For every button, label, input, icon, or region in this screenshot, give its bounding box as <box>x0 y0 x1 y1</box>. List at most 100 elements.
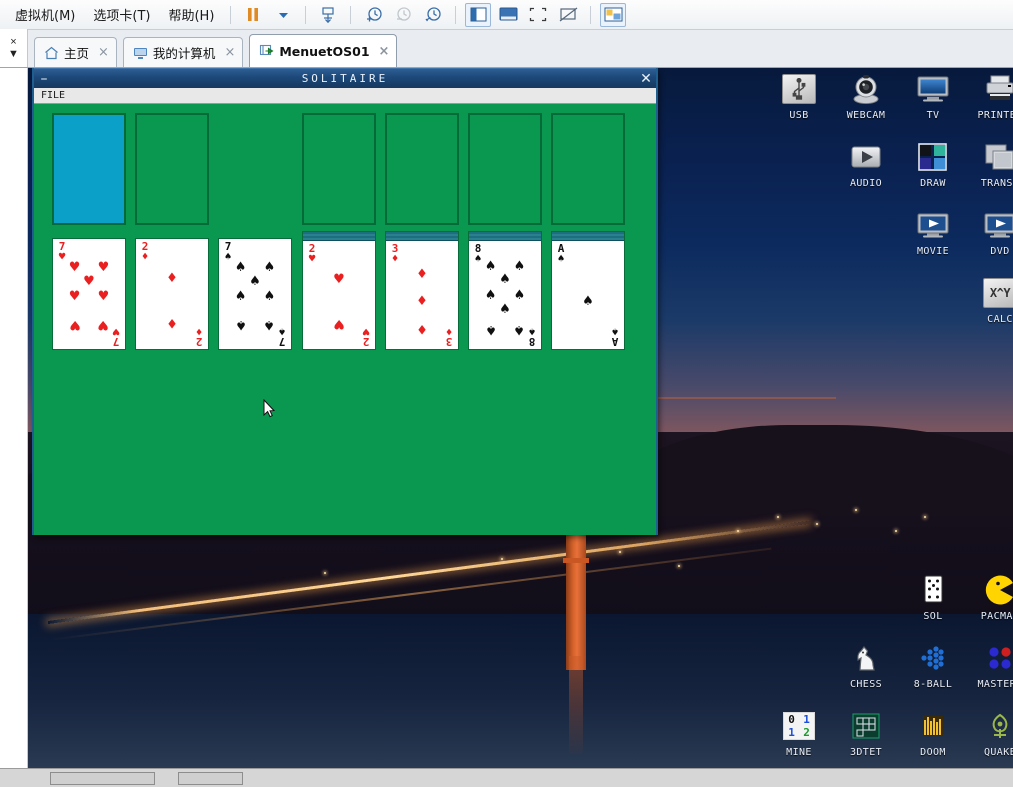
foundation-2[interactable] <box>385 113 459 225</box>
card-face: 3 ♦ 3 ♦ ♦ ♦ ♦ <box>386 241 458 349</box>
card-pip: ♠ <box>234 260 247 275</box>
tab-home[interactable]: 主页 × <box>34 37 117 67</box>
show-console-view-button[interactable] <box>495 3 521 27</box>
desktop-icon-label: QUAKE <box>983 747 1013 758</box>
card-corner-bottom-right: 8 ♠ <box>528 325 536 348</box>
toolbar-separator-5 <box>590 5 592 24</box>
desktop-icon-transp[interactable]: TRANSP <box>967 140 1013 189</box>
solitaire-play-area[interactable]: 7 ♥ 7 ♥ ♥ ♥ ♥ ♥ ♥ ♥ ♥ 2 ♦ 2 ♦ ♦ ♦ 7 ♠ 7 ♠ ♠ ♠ ♠ ♠ ♠ ♠ ♠ 2 ♥ 2 ♥ ♥ ♥ 3 ♦ 3 ♦ ♦ ♦… <box>34 105 656 535</box>
tab-my-computer-close-icon[interactable]: × <box>224 45 235 60</box>
printer-icon <box>981 72 1013 106</box>
solitaire-close-button[interactable]: ✕ <box>636 70 656 88</box>
vmware-menubar: 虚拟机(M) 选项卡(T) 帮助(H) <box>0 0 1013 30</box>
quake-icon <box>981 709 1013 743</box>
card-face: 2 ♥ 2 ♥ ♥ ♥ <box>303 241 375 349</box>
card-pip: ♦ <box>416 321 428 336</box>
card-stack-strip <box>469 232 541 241</box>
status-slot-1 <box>50 772 155 785</box>
solitaire-menu-file[interactable]: FILE <box>38 90 68 101</box>
foundation-4[interactable] <box>551 113 625 225</box>
desktop-icon-label: PRINTER <box>977 110 1013 121</box>
card-face: A ♠ A ♠ ♠ <box>552 241 624 349</box>
vmware-statusbar <box>0 768 1013 787</box>
desktop-icon-printer[interactable]: PRINTER <box>967 72 1013 121</box>
card-pip: ♠ <box>484 322 497 338</box>
tableau-card-7-hearts[interactable]: 7 ♥ 7 ♥ ♥ ♥ ♥ ♥ ♥ ♥ ♥ <box>52 238 126 350</box>
desktop-icon-8-ball[interactable]: 8-BALL <box>900 641 966 690</box>
desktop-icon-pacman[interactable]: PACMAN <box>967 573 1013 622</box>
foundation-1[interactable] <box>302 113 376 225</box>
desktop-icon-masterm[interactable]: MASTERM <box>967 641 1013 690</box>
dvd-icon <box>981 208 1013 242</box>
tab-home-close-icon[interactable]: × <box>98 45 109 60</box>
card-pip: ♦ <box>166 315 178 330</box>
card-pip: ♠ <box>513 287 526 303</box>
desktop-icon-mine[interactable]: 01 1 2 MINE <box>766 709 832 758</box>
tableau-card-8-spades[interactable]: 8 ♠ 8 ♠ ♠ ♠ ♠ ♠ ♠ ♠ ♠ ♠ <box>468 231 542 350</box>
card-corner-top-left: 3 ♦ <box>391 242 399 265</box>
solitaire-minimize-button[interactable]: – <box>34 70 54 88</box>
desktop-icon-quake[interactable]: QUAKE <box>967 709 1013 758</box>
unity-mode-button[interactable] <box>555 3 581 27</box>
desktop-icon-doom[interactable]: DOOM <box>900 709 966 758</box>
desktop-icon-label: DVD <box>990 246 1010 257</box>
solitaire-window[interactable]: – SOLITAIRE ✕ FILE 7 ♥ 7 ♥ ♥ ♥ ♥ ♥ ♥ ♥ ♥ 2 ♦ 2 ♦ ♦ ♦ 7 ♠ 7 ♠… <box>32 68 658 535</box>
desktop-icon-chess[interactable]: CHESS <box>833 641 899 690</box>
stock-pile[interactable] <box>52 113 126 225</box>
tv-icon <box>914 72 952 106</box>
waste-pile[interactable] <box>135 113 209 225</box>
desktop-icon-dvd[interactable]: DVD <box>967 208 1013 257</box>
tab-menuetos01-label: MenuetOS01 <box>279 43 370 59</box>
menu-tabs[interactable]: 选项卡(T) <box>84 1 159 28</box>
card-pip: ♠ <box>582 294 594 309</box>
bridge-tower-reflection <box>568 656 583 754</box>
pause-button[interactable] <box>240 3 266 27</box>
card-pip: ♠ <box>263 288 276 304</box>
fullscreen-button[interactable] <box>525 3 551 27</box>
desktop-icon-3dtet[interactable]: 3DTET <box>833 709 899 758</box>
desktop-icon-tv[interactable]: TV <box>900 72 966 121</box>
foundation-3[interactable] <box>468 113 542 225</box>
tableau-card-2-diamonds[interactable]: 2 ♦ 2 ♦ ♦ ♦ <box>135 238 209 350</box>
toolbar-separator-1 <box>230 5 232 24</box>
desktop-icon-label: MASTERM <box>977 679 1013 690</box>
tab-menuetos01-close-icon[interactable]: × <box>379 44 390 59</box>
card-pip: ♦ <box>166 271 178 286</box>
solitaire-menubar: FILE <box>34 88 656 104</box>
desktop-icon-usb[interactable]: USB <box>766 72 832 121</box>
card-pip: ♠ <box>513 259 526 275</box>
card-pip: ♠ <box>484 259 497 275</box>
desktop-icon-calc[interactable]: X^Y CALC <box>967 276 1013 325</box>
tableau-card-7-spades[interactable]: 7 ♠ 7 ♠ ♠ ♠ ♠ ♠ ♠ ♠ ♠ <box>218 238 292 350</box>
snapshot-manager-button[interactable] <box>420 3 446 27</box>
tableau-card-3-diamonds[interactable]: 3 ♦ 3 ♦ ♦ ♦ ♦ <box>385 231 459 350</box>
desktop-icon-draw[interactable]: DRAW <box>900 140 966 189</box>
tableau-card-2-hearts[interactable]: 2 ♥ 2 ♥ ♥ ♥ <box>302 231 376 350</box>
desktop-icon-sol[interactable]: SOL <box>900 573 966 622</box>
menu-help[interactable]: 帮助(H) <box>159 1 223 28</box>
sidebar-dropdown-button[interactable]: ▼ <box>8 49 19 60</box>
vm-guest-viewport[interactable]: USB WEBCAM TV PRINTER AUDIO DRAW TRANSP MOVIE DV… <box>28 68 1013 768</box>
card-corner-top-left: 7 ♠ <box>224 240 232 263</box>
tab-my-computer[interactable]: 我的计算机 × <box>122 37 244 67</box>
show-thumbnail-bar-button[interactable] <box>600 2 627 27</box>
card-corner-top-left: 2 ♦ <box>141 240 149 263</box>
menu-virtual-machine[interactable]: 虚拟机(M) <box>6 1 84 28</box>
tab-menuetos01[interactable]: MenuetOS01 × <box>249 34 398 67</box>
desktop-icon-audio[interactable]: AUDIO <box>833 140 899 189</box>
sidebar-close-button[interactable]: × <box>10 37 16 48</box>
desktop-icon-label: 8-BALL <box>913 679 953 690</box>
desktop-icon-label: TRANSP <box>980 178 1013 189</box>
show-library-button[interactable] <box>465 2 492 27</box>
draw-icon <box>914 140 952 174</box>
send-ctrl-alt-del-button[interactable] <box>315 3 341 27</box>
card-pip: ♥ <box>68 288 81 304</box>
pause-dropdown[interactable] <box>270 3 296 27</box>
take-snapshot-button[interactable] <box>360 3 386 27</box>
vmware-tabstrip: × ▼ 主页 × 我的计算机 × MenuetOS01 × <box>0 29 1013 68</box>
desktop-icon-webcam[interactable]: WEBCAM <box>833 72 899 121</box>
solitaire-titlebar[interactable]: – SOLITAIRE ✕ <box>34 68 656 88</box>
desktop-icon-movie[interactable]: MOVIE <box>900 208 966 257</box>
tableau-card-ace-spades[interactable]: A ♠ A ♠ ♠ <box>551 231 625 350</box>
revert-snapshot-button[interactable] <box>390 3 416 27</box>
